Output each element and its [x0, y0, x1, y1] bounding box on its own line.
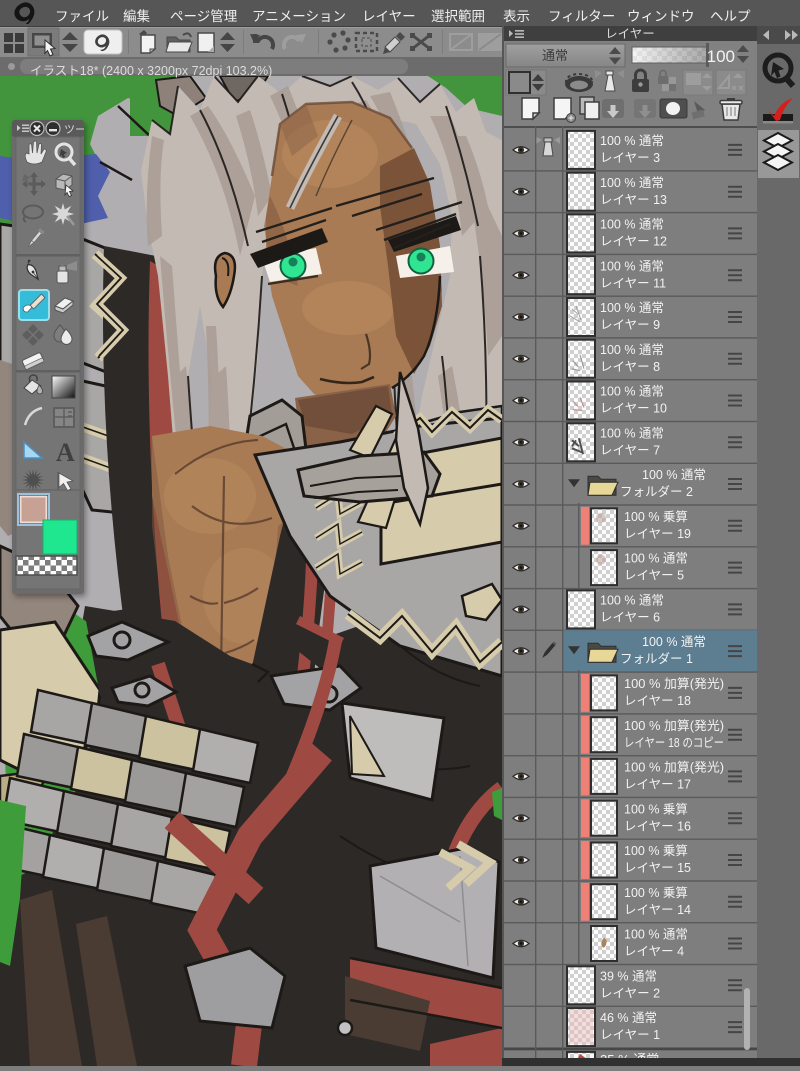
- svg-text:ツー: ツー: [64, 124, 84, 136]
- svg-text:レイヤー 1: レイヤー 1: [600, 1028, 660, 1042]
- svg-text:A: A: [56, 438, 75, 467]
- svg-text:レイヤー 9: レイヤー 9: [600, 318, 660, 332]
- svg-text:100 % 通常: 100 % 通常: [600, 301, 664, 315]
- svg-text:レイヤー: レイヤー: [605, 27, 655, 41]
- svg-text:レイヤー 7: レイヤー 7: [600, 443, 660, 457]
- svg-text:100 % 乗算: 100 % 乗算: [624, 885, 688, 900]
- svg-text:100 % 加算(発光): 100 % 加算(発光): [624, 760, 724, 775]
- svg-text:レイヤー 18 のコピー: レイヤー 18 のコピー: [624, 736, 724, 750]
- svg-text:レイヤー 16: レイヤー 16: [624, 819, 691, 833]
- svg-text:100 % 乗算: 100 % 乗算: [624, 801, 688, 816]
- svg-text:100 % 通常: 100 % 通常: [600, 134, 664, 148]
- svg-text:レイヤー 5: レイヤー 5: [624, 569, 684, 583]
- svg-text:レイヤー 17: レイヤー 17: [624, 778, 691, 792]
- svg-text:レイヤー 18: レイヤー 18: [624, 694, 691, 708]
- svg-text:39 % 通常: 39 % 通常: [600, 969, 657, 983]
- svg-text:100 % 加算(発光): 100 % 加算(発光): [624, 676, 724, 691]
- svg-text:100 % 通常: 100 % 通常: [600, 259, 664, 273]
- svg-text:100 % 乗算: 100 % 乗算: [624, 843, 688, 858]
- svg-text:100 % 通常: 100 % 通常: [600, 218, 664, 232]
- svg-text:通常: 通常: [542, 48, 568, 63]
- svg-text:レイヤー 8: レイヤー 8: [600, 360, 660, 374]
- svg-text:46 % 通常: 46 % 通常: [600, 1011, 657, 1025]
- svg-text:100 % 通常: 100 % 通常: [600, 343, 664, 357]
- svg-text:レイヤー 14: レイヤー 14: [624, 903, 691, 917]
- svg-text:レイヤー 6: レイヤー 6: [600, 611, 660, 625]
- svg-text:フォルダー 2: フォルダー 2: [620, 484, 693, 499]
- svg-text:100 % 通常: 100 % 通常: [600, 385, 664, 399]
- svg-text:100 % 通常: 100 % 通常: [642, 635, 706, 649]
- svg-text:100 % 通常: 100 % 通常: [600, 594, 664, 608]
- svg-text:100 % 乗算: 100 % 乗算: [624, 509, 688, 524]
- svg-text:100 % 通常: 100 % 通常: [624, 552, 688, 566]
- svg-text:100 % 加算(発光): 100 % 加算(発光): [624, 718, 724, 733]
- svg-text:100 % 通常: 100 % 通常: [600, 176, 664, 190]
- svg-text:レイヤー 2: レイヤー 2: [600, 986, 660, 1000]
- svg-text:レイヤー 3: レイヤー 3: [600, 151, 660, 165]
- svg-text:レイヤー 4: レイヤー 4: [624, 945, 684, 959]
- svg-text:100: 100: [707, 47, 735, 66]
- svg-text:100 % 通常: 100 % 通常: [600, 426, 664, 440]
- svg-text:フォルダー 1: フォルダー 1: [620, 651, 693, 666]
- svg-text:100 % 通常: 100 % 通常: [624, 928, 688, 942]
- svg-text:レイヤー 13: レイヤー 13: [600, 193, 667, 207]
- svg-text:レイヤー 19: レイヤー 19: [624, 527, 691, 541]
- svg-text:レイヤー 15: レイヤー 15: [624, 861, 691, 875]
- svg-text:100 % 通常: 100 % 通常: [642, 468, 706, 482]
- svg-text:レイヤー 10: レイヤー 10: [600, 402, 667, 416]
- svg-text:レイヤー 12: レイヤー 12: [600, 235, 667, 249]
- svg-text:レイヤー 11: レイヤー 11: [600, 276, 666, 290]
